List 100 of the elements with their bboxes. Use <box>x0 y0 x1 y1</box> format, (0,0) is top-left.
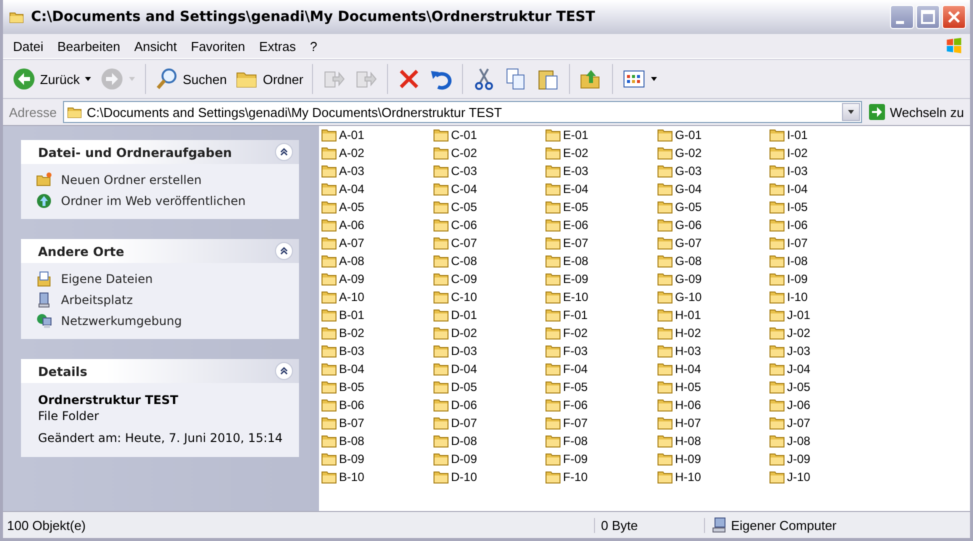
menu-item[interactable]: Favoriten <box>184 38 254 54</box>
folder-item[interactable]: J-01 <box>769 306 881 324</box>
folder-item[interactable]: B-06 <box>321 396 433 414</box>
folder-item[interactable]: D-06 <box>433 396 545 414</box>
folder-item[interactable]: J-09 <box>769 450 881 468</box>
folder-item[interactable]: J-08 <box>769 432 881 450</box>
folder-item[interactable]: I-07 <box>769 234 881 252</box>
folder-item[interactable]: G-02 <box>657 144 769 162</box>
folder-item[interactable]: B-03 <box>321 342 433 360</box>
folder-item[interactable]: C-05 <box>433 198 545 216</box>
folder-item[interactable]: A-04 <box>321 180 433 198</box>
folder-item[interactable]: H-07 <box>657 414 769 432</box>
task-link[interactable]: Ordner im Web veröffentlichen <box>61 194 246 208</box>
folder-item[interactable]: D-08 <box>433 432 545 450</box>
folder-item[interactable]: F-09 <box>545 450 657 468</box>
folder-item[interactable]: F-01 <box>545 306 657 324</box>
folder-item[interactable]: F-03 <box>545 342 657 360</box>
folder-item[interactable]: H-09 <box>657 450 769 468</box>
toolbar-button[interactable]: Suchen <box>152 65 230 93</box>
maximize-button[interactable] <box>916 5 940 29</box>
folder-item[interactable]: I-03 <box>769 162 881 180</box>
folder-item[interactable]: A-02 <box>321 144 433 162</box>
folder-item[interactable]: E-05 <box>545 198 657 216</box>
folder-item[interactable]: J-07 <box>769 414 881 432</box>
folder-item[interactable]: H-04 <box>657 360 769 378</box>
folder-item[interactable]: J-03 <box>769 342 881 360</box>
toolbar-button[interactable]: Ordner <box>232 65 306 93</box>
collapse-icon[interactable] <box>275 143 293 161</box>
folder-item[interactable]: G-10 <box>657 288 769 306</box>
folder-item[interactable]: G-01 <box>657 126 769 144</box>
folder-item[interactable]: B-05 <box>321 378 433 396</box>
dropdown-button[interactable] <box>842 103 860 121</box>
folder-item[interactable]: A-07 <box>321 234 433 252</box>
folder-item[interactable]: E-03 <box>545 162 657 180</box>
folder-item[interactable]: G-09 <box>657 270 769 288</box>
folder-item[interactable]: F-06 <box>545 396 657 414</box>
folder-item[interactable]: C-08 <box>433 252 545 270</box>
collapse-icon[interactable] <box>275 362 293 380</box>
folder-item[interactable]: I-02 <box>769 144 881 162</box>
folder-item[interactable]: E-06 <box>545 216 657 234</box>
folder-item[interactable]: E-07 <box>545 234 657 252</box>
folder-item[interactable]: A-05 <box>321 198 433 216</box>
folder-item[interactable]: C-09 <box>433 270 545 288</box>
go-button[interactable]: Wechseln zu <box>866 103 966 121</box>
folder-item[interactable]: F-04 <box>545 360 657 378</box>
task-link[interactable]: Arbeitsplatz <box>61 293 133 307</box>
folder-item[interactable]: F-10 <box>545 468 657 486</box>
address-field[interactable]: C:\Documents and Settings\genadi\My Documents\Ordnerstruktur TEST <box>62 101 862 123</box>
folder-item[interactable]: F-08 <box>545 432 657 450</box>
folder-item[interactable]: C-06 <box>433 216 545 234</box>
folder-item[interactable]: B-09 <box>321 450 433 468</box>
folder-item[interactable]: E-02 <box>545 144 657 162</box>
folder-item[interactable]: E-04 <box>545 180 657 198</box>
folder-item[interactable]: H-06 <box>657 396 769 414</box>
menu-item[interactable]: Datei <box>7 38 52 54</box>
task-link[interactable]: Netzwerkumgebung <box>61 314 182 328</box>
menu-item[interactable]: Extras <box>253 38 304 54</box>
folder-item[interactable]: B-04 <box>321 360 433 378</box>
folder-item[interactable]: H-02 <box>657 324 769 342</box>
folder-item[interactable]: D-09 <box>433 450 545 468</box>
folder-item[interactable]: I-01 <box>769 126 881 144</box>
folder-item[interactable]: I-08 <box>769 252 881 270</box>
close-button[interactable] <box>942 5 966 29</box>
toolbar-button[interactable]: Zurück <box>9 65 95 93</box>
folder-item[interactable]: J-06 <box>769 396 881 414</box>
folder-item[interactable]: G-05 <box>657 198 769 216</box>
folder-item[interactable]: C-01 <box>433 126 545 144</box>
folder-item[interactable]: A-09 <box>321 270 433 288</box>
folder-item[interactable]: H-08 <box>657 432 769 450</box>
folder-item[interactable]: D-07 <box>433 414 545 432</box>
folder-item[interactable]: A-10 <box>321 288 433 306</box>
folder-item[interactable]: G-04 <box>657 180 769 198</box>
task-link[interactable]: Eigene Dateien <box>61 272 153 286</box>
task-link[interactable]: Neuen Ordner erstellen <box>61 173 202 187</box>
minimize-button[interactable] <box>890 5 914 29</box>
folder-item[interactable]: D-10 <box>433 468 545 486</box>
folder-item[interactable]: H-03 <box>657 342 769 360</box>
folder-item[interactable]: J-05 <box>769 378 881 396</box>
folder-item[interactable]: B-08 <box>321 432 433 450</box>
folder-item[interactable]: H-01 <box>657 306 769 324</box>
menu-item[interactable]: Bearbeiten <box>51 38 128 54</box>
folder-item[interactable]: H-05 <box>657 378 769 396</box>
folder-item[interactable]: D-03 <box>433 342 545 360</box>
folder-item[interactable]: B-01 <box>321 306 433 324</box>
folder-item[interactable]: J-10 <box>769 468 881 486</box>
folder-item[interactable]: H-10 <box>657 468 769 486</box>
folder-item[interactable]: C-04 <box>433 180 545 198</box>
menu-item[interactable]: ? <box>304 38 326 54</box>
folder-item[interactable]: F-02 <box>545 324 657 342</box>
folder-item[interactable]: E-10 <box>545 288 657 306</box>
folder-item[interactable]: A-03 <box>321 162 433 180</box>
folder-item[interactable]: G-07 <box>657 234 769 252</box>
folder-item[interactable]: C-03 <box>433 162 545 180</box>
folder-item[interactable]: B-07 <box>321 414 433 432</box>
folder-item[interactable]: B-02 <box>321 324 433 342</box>
folder-item[interactable]: C-07 <box>433 234 545 252</box>
folder-item[interactable]: J-04 <box>769 360 881 378</box>
folder-item[interactable]: D-05 <box>433 378 545 396</box>
folder-item[interactable]: F-07 <box>545 414 657 432</box>
folder-item[interactable]: A-08 <box>321 252 433 270</box>
